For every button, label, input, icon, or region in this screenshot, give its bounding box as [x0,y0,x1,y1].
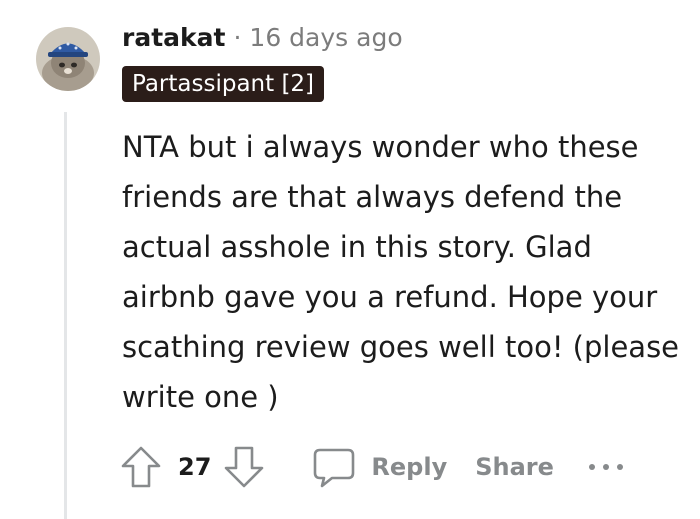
arrow-up-icon [121,446,161,488]
share-button[interactable]: Share [475,453,554,481]
thread-line[interactable] [64,112,67,519]
timestamp[interactable]: 16 days ago [249,23,402,52]
meta-separator: · [233,22,242,52]
speech-bubble-icon [314,448,355,488]
upvote-button[interactable] [118,444,164,490]
arrow-down-icon [225,446,264,488]
username[interactable]: ratakat [122,23,225,52]
ellipsis-icon [588,464,623,470]
more-options-button[interactable] [588,461,624,473]
avatar[interactable] [36,27,100,91]
comment-meta: ratakat · 16 days ago [122,20,403,54]
reply-button[interactable]: Reply [311,444,447,490]
reply-label: Reply [371,453,448,481]
comment-actions: 27 Reply Share [118,442,624,492]
downvote-button[interactable] [221,444,267,490]
user-flair: Partassipant [2] [122,66,325,102]
vote-score: 27 [178,453,212,481]
comment-body: NTA but i always wonder who these friend… [122,130,680,414]
avatar-image [36,27,100,91]
